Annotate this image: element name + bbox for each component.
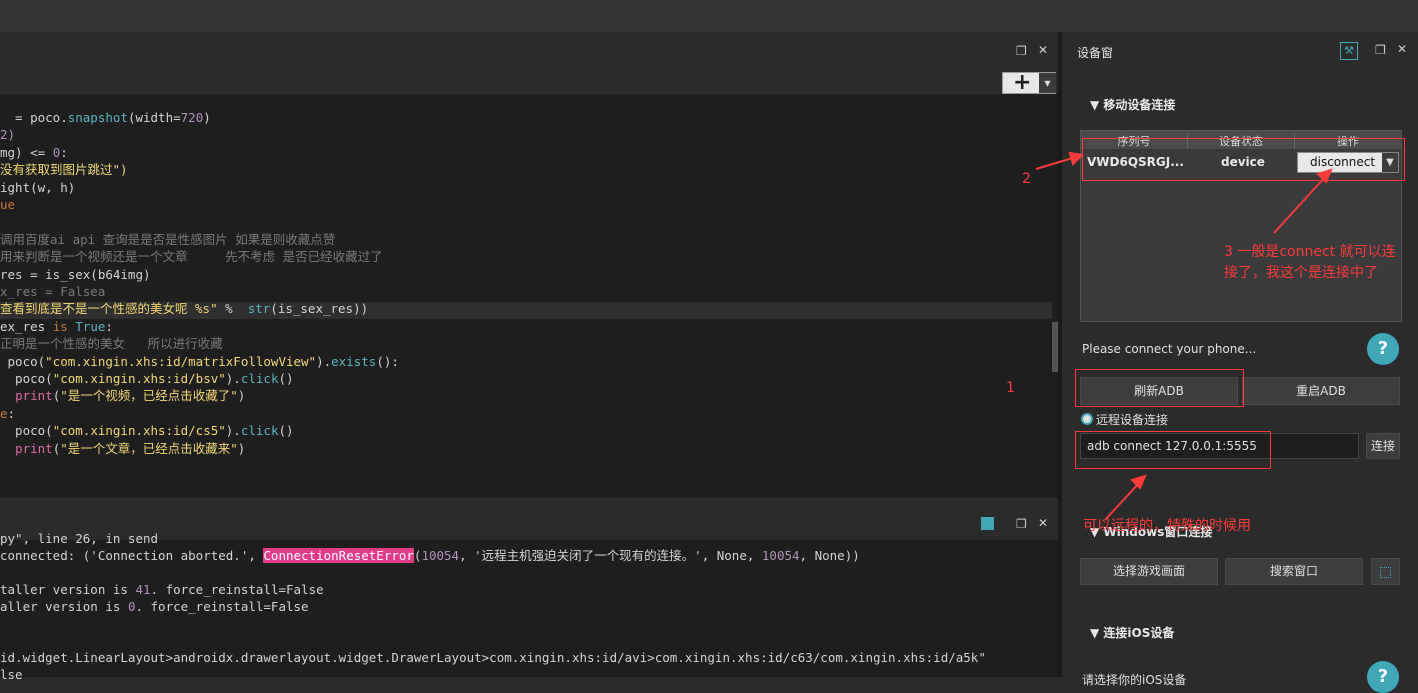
arrow-3-head	[1316, 168, 1333, 184]
arrow-2-line	[1035, 156, 1077, 170]
arrow-remote-line	[1104, 481, 1141, 521]
arrow-remote-head	[1130, 474, 1147, 490]
annotation-arrows	[1035, 151, 1333, 521]
arrow-3-line	[1273, 175, 1327, 234]
arrow-2-head	[1068, 151, 1085, 166]
